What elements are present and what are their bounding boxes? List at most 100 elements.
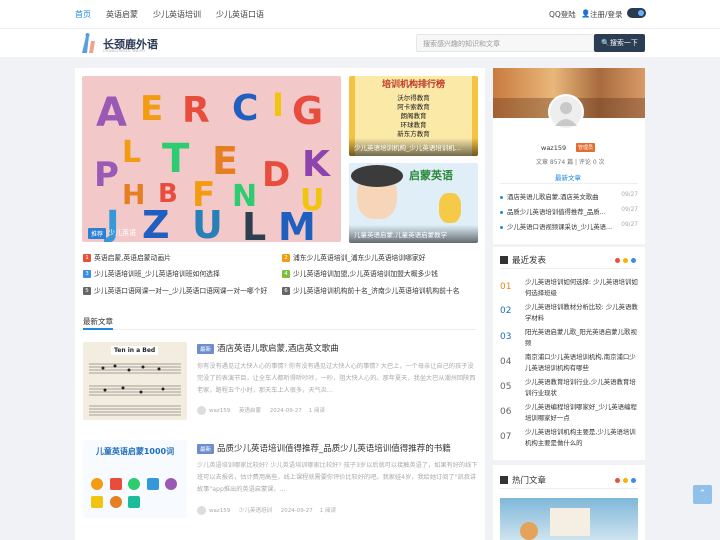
nav-home[interactable]: 首页 bbox=[75, 9, 91, 20]
list-item-text: 英语启蒙,英语启蒙动画片 bbox=[94, 254, 171, 262]
article-date: 2024-09-27 bbox=[280, 508, 313, 514]
svg-text:G: G bbox=[292, 89, 323, 133]
list-item-text: 少儿英语培训机构前十名_济南少儿英语培训机构前十名 bbox=[293, 287, 460, 295]
profile-latest-label: 最新文章 bbox=[555, 174, 581, 182]
side-feature-1[interactable]: 培训机构排行榜 沃尔得教育 阿卡索教育 朗阁教育 环球教育 新东方教育 少儿英语… bbox=[349, 76, 478, 156]
recent-item[interactable]: 少儿英语培训教材分析比较: 少儿英语教学材料 bbox=[525, 302, 640, 324]
side-feature-2-caption: 儿童英语启蒙,儿童英语启蒙教学 bbox=[349, 225, 478, 243]
rank-number: 02 bbox=[500, 306, 512, 316]
slider-caption[interactable]: 少儿英语 bbox=[108, 228, 136, 238]
section-underline bbox=[83, 328, 113, 330]
document-icon bbox=[500, 256, 508, 264]
search-icon: 🔍 bbox=[601, 39, 610, 47]
article-date: 2024-09-27 bbox=[269, 408, 302, 414]
avatar[interactable] bbox=[548, 94, 584, 130]
book-cover-illustrations bbox=[89, 476, 181, 512]
featured-slider[interactable]: A E R C I G L T E K P D F N B U H J Z U … bbox=[82, 76, 341, 242]
header: 长颈鹿外语 CHANGJINGLU WAIYU 搜索感兴趣的知识和文章 🔍搜索一… bbox=[0, 28, 720, 57]
svg-text:E: E bbox=[140, 89, 163, 129]
theme-toggle[interactable] bbox=[627, 8, 646, 18]
profile-latest-item[interactable]: 品质少儿英语培训值得推荐_品质... 09/27 bbox=[500, 207, 640, 216]
list-item[interactable]: 1 英语启蒙,英语启蒙动画片 bbox=[83, 252, 171, 262]
article-title[interactable]: 酒店英语儿歌启蒙,酒店英文歌曲 bbox=[217, 342, 339, 354]
recent-item[interactable]: 南京浦口少儿英语培训机构,南京浦口少儿英语培训机构有哪些 bbox=[525, 352, 640, 374]
register-login-link[interactable]: 注册/登录 bbox=[590, 9, 623, 20]
bullet-icon bbox=[500, 210, 503, 214]
giraffe-logo-icon bbox=[82, 33, 95, 53]
user-icon: 👤 bbox=[581, 9, 591, 18]
rank-number: 05 bbox=[500, 382, 512, 392]
avatar bbox=[197, 406, 206, 415]
profile-latest-text: 少儿英语口语视频课采访_少儿英语... bbox=[507, 223, 613, 231]
rank-number: 01 bbox=[500, 282, 512, 292]
svg-text:L: L bbox=[242, 205, 266, 242]
search-button[interactable]: 🔍搜索一下 bbox=[594, 34, 645, 52]
svg-text:T: T bbox=[162, 136, 190, 182]
list-item-text: 少儿英语培训班_少儿英语培训班如何选择 bbox=[94, 270, 220, 278]
divider bbox=[500, 268, 638, 269]
list-item-text: 少儿英语培训加盟,少儿英语培训加盟大概多少钱 bbox=[293, 270, 438, 278]
rank-number: 4 bbox=[282, 270, 290, 278]
rank-number: 2 bbox=[282, 254, 290, 262]
svg-text:U: U bbox=[192, 203, 223, 242]
recent-item[interactable]: 阳光英语启蒙儿歌_阳光英语启蒙儿歌视频 bbox=[525, 327, 640, 349]
svg-text:Z: Z bbox=[142, 203, 170, 242]
list-item-text: 浦东少儿英语培训_浦东少儿英语培训哪家好 bbox=[293, 254, 426, 262]
nav-kids-training[interactable]: 少儿英语培训 bbox=[153, 9, 201, 20]
side-feature-2[interactable]: 启蒙英语 儿童英语启蒙,儿童英语启蒙教学 bbox=[349, 163, 478, 243]
ranking-board-title: 培训机构排行榜 bbox=[381, 80, 445, 90]
ranking-board-lines: 沃尔得教育 阿卡索教育 朗阁教育 环球教育 新东方教育 bbox=[355, 94, 472, 139]
hot-article-thumbnail[interactable] bbox=[500, 498, 638, 540]
profile-latest-date: 09/27 bbox=[621, 222, 638, 228]
chevron-up-icon: ⌃ bbox=[698, 489, 707, 499]
article-title[interactable]: 品质少儿英语培训值得推荐_品质少儿英语培训值得推荐的书籍 bbox=[217, 442, 451, 454]
recent-item[interactable]: 少儿英语教育培训行业,少儿英语教育培训行业现状 bbox=[525, 377, 640, 399]
svg-text:A: A bbox=[96, 90, 127, 136]
recent-title-text: 最近发表 bbox=[512, 256, 547, 266]
profile-latest-item[interactable]: 酒店英语儿歌启蒙,酒店英文歌曲 09/27 bbox=[500, 192, 640, 201]
list-item[interactable]: 3 少儿英语培训班_少儿英语培训班如何选择 bbox=[83, 268, 220, 278]
article-thumbnail[interactable]: Ten in a Bed bbox=[83, 342, 187, 420]
list-item[interactable]: 4 少儿英语培训加盟,少儿英语培训加盟大概多少钱 bbox=[282, 268, 438, 278]
article-thumbnail[interactable]: 儿童英语启蒙1000词 bbox=[83, 440, 187, 518]
nav-english-enlightenment[interactable]: 英语启蒙 bbox=[106, 9, 138, 20]
svg-text:K: K bbox=[302, 144, 331, 185]
rank-number: 6 bbox=[282, 287, 290, 295]
article-badge: 最新 bbox=[197, 344, 215, 354]
rank-number: 04 bbox=[500, 357, 512, 367]
user-avatar-icon bbox=[555, 102, 577, 126]
nav-kids-oral[interactable]: 少儿英语口语 bbox=[216, 9, 264, 20]
rank-number: 03 bbox=[500, 332, 512, 342]
list-item[interactable]: 2 浦东少儿英语培训_浦东少儿英语培训哪家好 bbox=[282, 252, 426, 262]
rank-number: 1 bbox=[83, 254, 91, 262]
recent-item[interactable]: 少儿英语培训机构主要是,少儿英语培训机构主要是做什么的 bbox=[525, 427, 640, 449]
article-author[interactable]: waz159 bbox=[209, 408, 230, 414]
article-reads: 1 阅读 bbox=[308, 408, 325, 414]
profile-username[interactable]: waz159 bbox=[541, 144, 566, 152]
bunny-illustration bbox=[439, 193, 461, 223]
logo-subtitle: CHANGJINGLU WAIYU bbox=[103, 49, 146, 53]
rank-number: 06 bbox=[500, 407, 512, 417]
recent-item[interactable]: 少儿英语培训如何选择: 少儿英语培训如何选择班级 bbox=[525, 277, 640, 299]
svg-text:C: C bbox=[232, 88, 258, 129]
qq-login-link[interactable]: QQ登陆 bbox=[549, 9, 576, 20]
search-button-label: 搜索一下 bbox=[609, 39, 638, 47]
article-excerpt: 少儿英语培训哪家比较好? 少儿英语培训哪家比较好? 孩子3岁以后就可以接触英语了… bbox=[197, 462, 478, 493]
child-hair bbox=[351, 165, 403, 187]
rank-number: 3 bbox=[83, 270, 91, 278]
profile-latest-date: 09/27 bbox=[621, 207, 638, 213]
search-input[interactable]: 搜索感兴趣的知识和文章 bbox=[416, 34, 594, 52]
article-category[interactable]: 英语启蒙 bbox=[239, 408, 261, 414]
list-item[interactable]: 5 少儿英语口语网课一对一_少儿英语口语网课一对一哪个好 bbox=[83, 285, 267, 295]
recent-item[interactable]: 少儿英语编程培训哪家好_少儿英语编程培训哪家好一点 bbox=[525, 402, 640, 424]
profile-latest-item[interactable]: 少儿英语口语视频课采访_少儿英语... 09/27 bbox=[500, 222, 640, 231]
list-item[interactable]: 6 少儿英语培训机构前十名_济南少儿英语培训机构前十名 bbox=[282, 285, 460, 295]
article-reads: 1 阅读 bbox=[319, 508, 336, 514]
ranking-line: 阿卡索教育 bbox=[397, 103, 430, 111]
article-category[interactable]: 少儿英语培训 bbox=[239, 508, 272, 514]
profile-latest-date: 09/27 bbox=[621, 192, 638, 198]
back-to-top-button[interactable]: ⌃ bbox=[693, 485, 712, 504]
article-author[interactable]: waz159 bbox=[209, 508, 230, 514]
rank-number: 07 bbox=[500, 432, 512, 442]
rank-number: 5 bbox=[83, 287, 91, 295]
